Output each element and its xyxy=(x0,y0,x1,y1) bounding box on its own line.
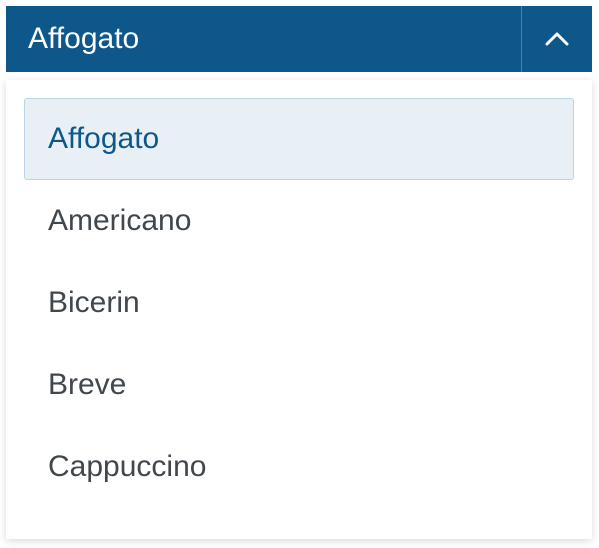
dropdown-item-label: Bicerin xyxy=(48,286,140,319)
chevron-up-icon xyxy=(545,32,569,46)
dropdown-item-cappuccino[interactable]: Cappuccino xyxy=(24,426,574,508)
dropdown-item-label: Breve xyxy=(48,368,126,401)
dropdown-item-breve[interactable]: Breve xyxy=(24,344,574,426)
dropdown: Affogato Affogato Americano Bicerin Brev… xyxy=(6,6,592,539)
dropdown-item-label: Affogato xyxy=(48,122,159,155)
dropdown-item-americano[interactable]: Americano xyxy=(24,180,574,262)
dropdown-item-label: Cappuccino xyxy=(48,450,206,483)
dropdown-item-affogato[interactable]: Affogato xyxy=(24,98,574,180)
dropdown-selected-value: Affogato xyxy=(6,6,521,72)
dropdown-item-bicerin[interactable]: Bicerin xyxy=(24,262,574,344)
dropdown-header[interactable]: Affogato xyxy=(6,6,592,72)
dropdown-item-label: Americano xyxy=(48,204,191,237)
dropdown-toggle[interactable] xyxy=(521,6,592,72)
dropdown-list: Affogato Americano Bicerin Breve Cappucc… xyxy=(6,80,592,539)
